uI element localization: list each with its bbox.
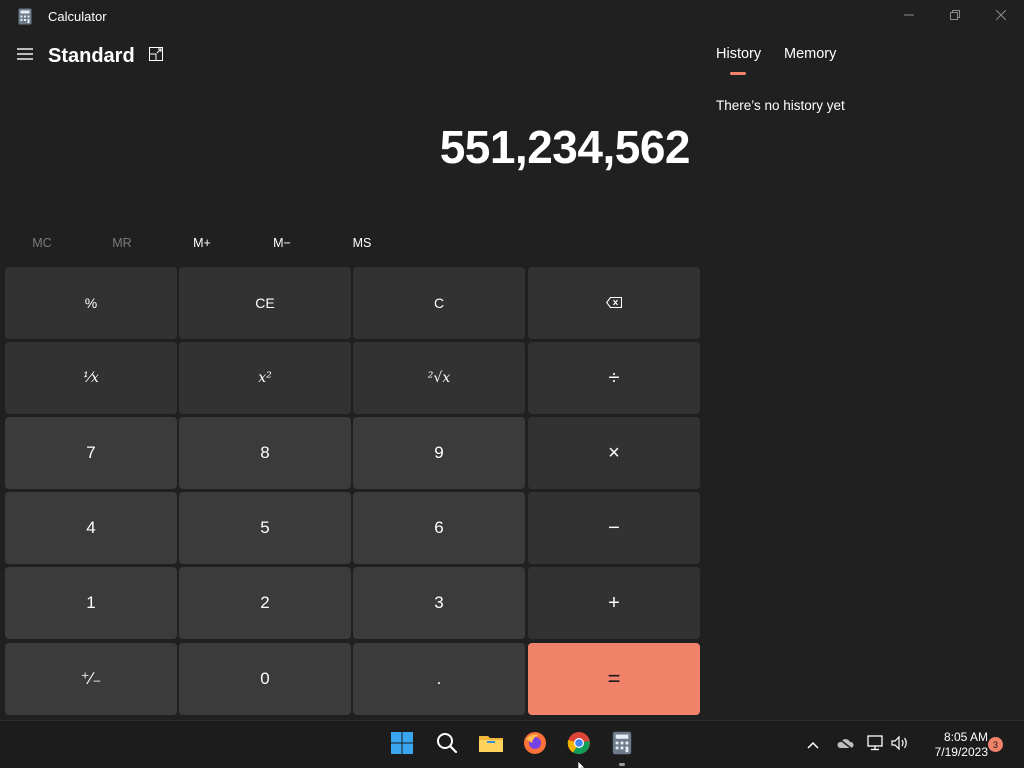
memory-store-button[interactable]: MS <box>324 228 400 258</box>
mouse-pointer-icon <box>577 758 586 768</box>
calculator-taskbar-button[interactable] <box>608 731 636 759</box>
digit-3-button[interactable]: 3 <box>353 567 525 639</box>
close-icon <box>995 7 1007 25</box>
digit-0-button[interactable]: 0 <box>179 643 351 715</box>
network-button[interactable] <box>866 734 886 756</box>
memory-clear-button[interactable]: MC <box>4 228 80 258</box>
close-button[interactable] <box>978 0 1024 32</box>
windows-logo-icon <box>390 731 414 760</box>
percent-button[interactable]: % <box>5 267 177 339</box>
restore-icon <box>950 7 960 25</box>
square-root-button[interactable]: ²√x <box>353 342 525 414</box>
multiply-button[interactable]: × <box>528 417 700 489</box>
calculator-app-icon <box>18 8 32 25</box>
memory-subtract-button[interactable]: M− <box>244 228 320 258</box>
clock-time: 8:05 AM <box>943 730 988 744</box>
start-button[interactable] <box>388 731 416 759</box>
firefox-icon <box>523 731 547 760</box>
navigation-menu-button[interactable] <box>10 42 40 70</box>
digit-1-button[interactable]: 1 <box>5 567 177 639</box>
subtract-button[interactable]: − <box>528 492 700 564</box>
clear-button[interactable]: C <box>353 267 525 339</box>
speaker-icon <box>891 735 909 756</box>
network-icon <box>867 734 885 756</box>
active-tab-indicator <box>730 72 746 75</box>
tab-memory[interactable]: Memory <box>784 46 836 62</box>
folder-icon <box>478 732 504 759</box>
window-title: Calculator <box>48 9 107 24</box>
memory-add-button[interactable]: M+ <box>164 228 240 258</box>
chevron-up-icon <box>807 736 819 754</box>
digit-6-button[interactable]: 6 <box>353 492 525 564</box>
decimal-button[interactable]: . <box>353 643 525 715</box>
active-app-indicator <box>619 763 625 766</box>
clock-date: 7/19/2023 <box>934 745 988 759</box>
keep-on-top-icon <box>149 46 163 66</box>
cloud-offline-icon <box>836 736 854 754</box>
digit-2-button[interactable]: 2 <box>179 567 351 639</box>
negate-button[interactable]: ⁺∕₋ <box>5 643 177 715</box>
keep-on-top-button[interactable] <box>142 42 170 70</box>
hamburger-icon <box>17 47 33 65</box>
firefox-button[interactable] <box>521 731 549 759</box>
square-button[interactable]: x² <box>179 342 351 414</box>
backspace-button[interactable] <box>528 267 700 339</box>
history-empty-message: There’s no history yet <box>716 98 845 113</box>
chrome-icon <box>567 731 591 760</box>
digit-5-button[interactable]: 5 <box>179 492 351 564</box>
chrome-button[interactable] <box>565 731 593 759</box>
add-button[interactable]: + <box>528 567 700 639</box>
tab-history[interactable]: History <box>716 46 761 62</box>
digit-8-button[interactable]: 8 <box>179 417 351 489</box>
file-explorer-button[interactable] <box>477 731 505 759</box>
digit-4-button[interactable]: 4 <box>5 492 177 564</box>
title-bar: Calculator <box>0 0 1024 32</box>
minimize-icon <box>904 7 914 25</box>
volume-button[interactable] <box>890 735 910 755</box>
equals-button[interactable]: = <box>528 643 700 715</box>
onedrive-button[interactable] <box>835 735 855 755</box>
calculator-mode-title: Standard <box>48 45 135 67</box>
calculator-icon <box>612 731 632 760</box>
taskbar: 8:05 AM 7/19/2023 3 <box>0 720 1024 768</box>
backspace-icon <box>606 295 623 311</box>
search-icon <box>436 732 458 759</box>
show-hidden-icons-button[interactable] <box>803 735 823 755</box>
digit-9-button[interactable]: 9 <box>353 417 525 489</box>
digit-7-button[interactable]: 7 <box>5 417 177 489</box>
minimize-button[interactable] <box>886 0 932 32</box>
divide-button[interactable]: ÷ <box>528 342 700 414</box>
notification-badge[interactable]: 3 <box>988 737 1003 752</box>
result-display: 551,234,562 <box>439 121 691 173</box>
system-clock[interactable]: 8:05 AM 7/19/2023 <box>918 730 988 760</box>
clear-entry-button[interactable]: CE <box>179 267 351 339</box>
restore-button[interactable] <box>932 0 978 32</box>
reciprocal-button[interactable]: ⅟x <box>5 342 177 414</box>
search-button[interactable] <box>433 731 461 759</box>
memory-recall-button[interactable]: MR <box>84 228 160 258</box>
